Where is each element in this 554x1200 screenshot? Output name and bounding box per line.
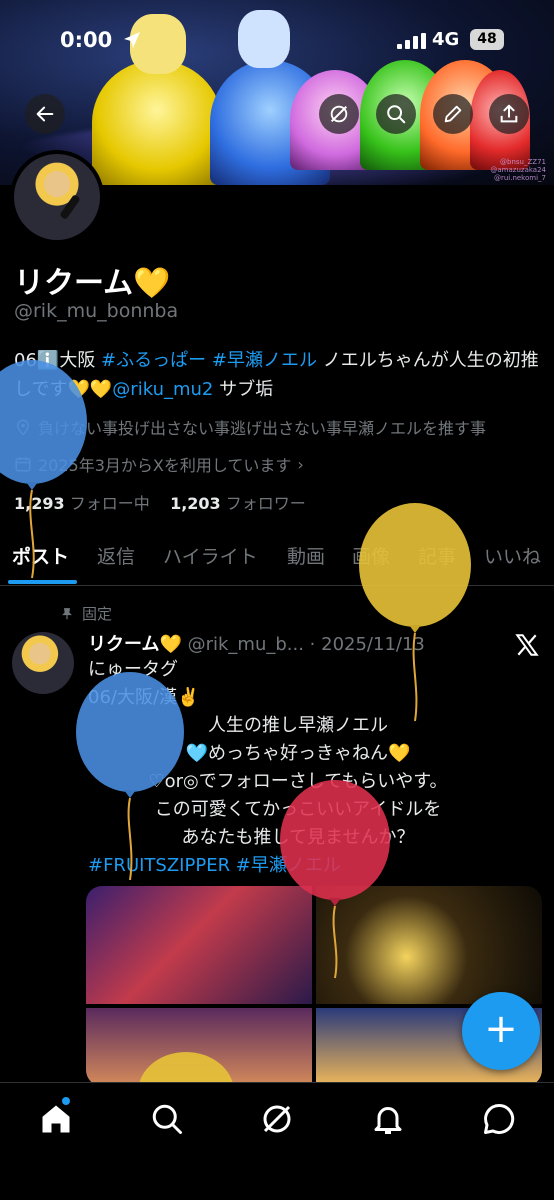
status-bar: 0:00 4G 48: [0, 0, 554, 82]
tab-replies[interactable]: 返信: [97, 542, 135, 569]
bio-text-3: サブ垢: [213, 379, 274, 400]
back-arrow-icon: [36, 106, 54, 122]
grok-icon[interactable]: [259, 1101, 295, 1137]
grok-icon: [330, 105, 348, 123]
followers-label: フォロワー: [225, 494, 306, 513]
x-logo-icon[interactable]: [514, 632, 540, 658]
signal-icon: [397, 33, 426, 49]
tab-likes[interactable]: いいね: [484, 542, 541, 569]
search-icon: [387, 105, 406, 124]
share-icon: [500, 104, 518, 123]
messages-icon[interactable]: [481, 1101, 517, 1137]
balloon-yellow-right: [359, 503, 471, 722]
grok-button[interactable]: [319, 94, 359, 134]
balloon-red: [280, 780, 390, 979]
balloon-blue-center: [76, 672, 184, 881]
edit-icon: [444, 105, 462, 123]
location-text: 負けない事投げ出さない事逃げ出さない事早瀬ノエルを推す事: [38, 419, 487, 438]
tab-highlights[interactable]: ハイライト: [163, 542, 258, 569]
post-author-avatar[interactable]: [12, 632, 74, 694]
compose-plus-icon: +: [484, 1006, 518, 1052]
back-button[interactable]: [25, 94, 65, 134]
tab-videos[interactable]: 動画: [287, 542, 325, 569]
pinned-text: 固定: [82, 605, 113, 623]
bio-hashtag-furuppa[interactable]: #ふるっぱー: [101, 350, 206, 371]
balloon-yellow-bottom: [138, 1052, 234, 1084]
home-notification-dot: [62, 1097, 70, 1105]
profile-avatar[interactable]: [10, 150, 104, 244]
battery-indicator: 48: [470, 29, 504, 50]
bottom-navigation: [0, 1082, 554, 1200]
balloon-blue-left: [0, 360, 87, 579]
profile-bio: 06ℹ️大阪 #ふるっぱー #早瀬ノエル ノエルちゃんが人生の初推しです💛💛@r…: [14, 346, 544, 404]
active-tab-indicator: [8, 580, 77, 584]
profile-name: リクーム💛: [14, 266, 171, 301]
status-time: 0:00: [60, 28, 113, 52]
location-arrow-icon: [124, 32, 140, 48]
network-type: 4G: [432, 29, 460, 50]
compose-post-button[interactable]: +: [462, 992, 540, 1070]
banner-credit: @bnsu_ZZ71 @amazuzaka24 @rui.nekomi_7: [490, 158, 546, 182]
bio-mention[interactable]: @riku_mu2: [112, 379, 213, 400]
edit-button[interactable]: [433, 94, 473, 134]
post-author-name: リクーム💛: [88, 634, 182, 655]
search-icon[interactable]: [149, 1101, 185, 1137]
home-icon[interactable]: [38, 1101, 74, 1137]
share-button[interactable]: [489, 94, 529, 134]
pin-icon: [62, 607, 72, 619]
followers-count: 1,203: [170, 494, 221, 513]
microphone-graphic: [59, 194, 81, 220]
search-button[interactable]: [376, 94, 416, 134]
profile-handle: @rik_mu_bonnba: [14, 300, 179, 322]
chevron-right-icon: ›: [297, 454, 304, 474]
pinned-label: 固定: [60, 603, 112, 624]
notifications-icon[interactable]: [370, 1101, 406, 1137]
followers-link[interactable]: 1,203 フォロワー: [170, 494, 306, 513]
bio-hashtag-noel[interactable]: #早瀬ノエル: [212, 350, 317, 371]
